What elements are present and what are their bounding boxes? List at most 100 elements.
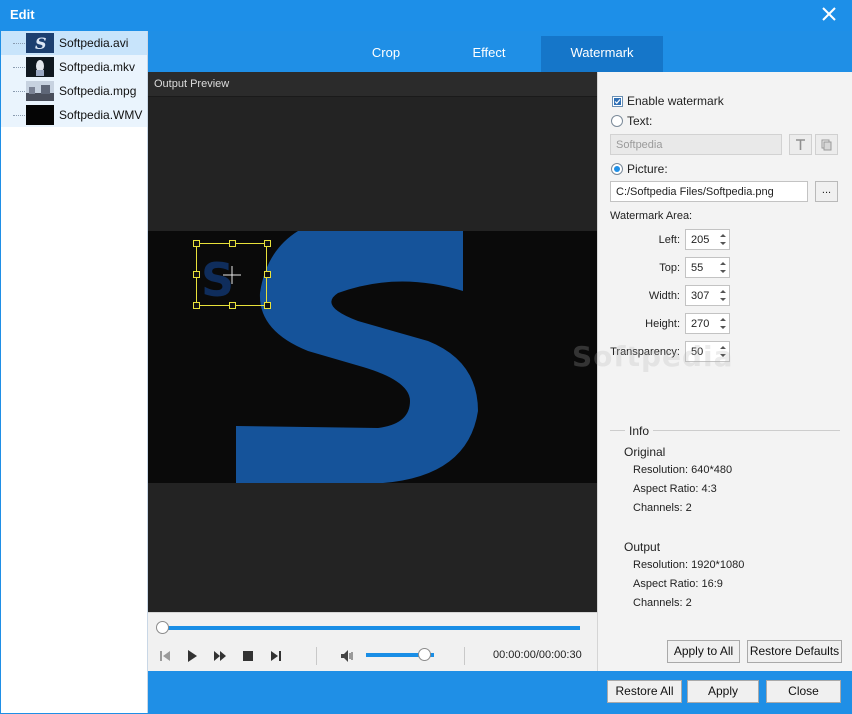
tab-effect[interactable]: Effect — [444, 36, 534, 72]
width-label: Width: — [648, 290, 680, 302]
picture-path-input[interactable]: C:/Softpedia Files/Softpedia.png — [610, 181, 808, 202]
text-label: Text: — [627, 114, 653, 128]
apply-to-all-button[interactable]: Apply to All — [667, 640, 740, 663]
height-value: 270 — [691, 318, 710, 330]
spinner-arrows-icon[interactable] — [717, 230, 729, 249]
enable-watermark-label: Enable watermark — [627, 94, 724, 108]
top-spinner[interactable]: 55 — [685, 257, 730, 278]
playback-controls: 00:00:00/00:00:30 — [148, 641, 597, 671]
restore-defaults-button[interactable]: Restore Defaults — [747, 640, 842, 663]
file-name: Softpedia.avi — [59, 36, 129, 50]
fast-forward-icon[interactable] — [212, 648, 228, 664]
preview-panel: Output Preview S 00:00:00/00:00:30 — [148, 72, 597, 671]
seek-knob[interactable] — [156, 621, 169, 634]
tab-bar: Crop Effect Watermark — [148, 31, 852, 72]
left-value: 205 — [691, 234, 710, 246]
close-button[interactable]: Close — [766, 680, 841, 703]
font-button[interactable] — [789, 134, 812, 155]
file-name: Softpedia.mkv — [59, 60, 136, 74]
width-value: 307 — [691, 290, 710, 302]
divider — [464, 647, 465, 665]
tab-watermark[interactable]: Watermark — [541, 36, 663, 72]
info-title: Info — [625, 424, 654, 438]
top-value: 55 — [691, 262, 704, 274]
seek-track[interactable] — [162, 626, 580, 630]
video-thumbnail — [26, 105, 54, 125]
width-spinner[interactable]: 307 — [685, 285, 730, 306]
video-frame: S — [148, 231, 597, 483]
bottom-bar: Restore All Apply Close — [148, 671, 852, 714]
top-label: Top: — [659, 262, 680, 274]
title-bar: Edit — [0, 0, 852, 31]
original-channels: Channels: 2 — [633, 502, 692, 514]
restore-all-button[interactable]: Restore All — [607, 680, 682, 703]
height-spinner[interactable]: 270 — [685, 313, 730, 334]
original-label: Original — [624, 445, 666, 459]
previous-icon[interactable] — [157, 648, 173, 664]
video-thumbnail — [26, 81, 54, 101]
video-thumbnail — [26, 57, 54, 77]
output-resolution: Resolution: 1920*1080 — [633, 559, 745, 571]
radio-dot-icon — [614, 166, 620, 172]
window-title: Edit — [10, 7, 35, 22]
spinner-arrows-icon[interactable] — [717, 286, 729, 305]
resize-handle-e[interactable] — [264, 271, 271, 278]
file-item-avi[interactable]: S Softpedia.avi — [1, 31, 147, 55]
file-name: Softpedia.mpg — [59, 84, 137, 98]
tree-branch — [13, 91, 25, 92]
text-input[interactable]: Softpedia — [610, 134, 782, 155]
watermark-selection-box[interactable]: S — [193, 240, 271, 309]
preview-header: Output Preview — [148, 72, 597, 97]
spinner-arrows-icon[interactable] — [717, 314, 729, 333]
tab-crop[interactable]: Crop — [341, 36, 431, 72]
tree-branch — [13, 115, 25, 116]
time-display: 00:00:00/00:00:30 — [493, 649, 582, 661]
output-label: Output — [624, 540, 661, 554]
tree-branch — [13, 43, 25, 44]
resize-handle-w[interactable] — [193, 271, 200, 278]
video-thumbnail: S — [26, 33, 54, 53]
browse-button[interactable]: ... — [815, 181, 838, 202]
file-list: S Softpedia.avi Softpedia.mkv Softpedia.… — [1, 31, 148, 713]
height-label: Height: — [645, 318, 680, 330]
font-icon — [796, 139, 805, 150]
resize-handle-s[interactable] — [229, 302, 236, 309]
spinner-arrows-icon[interactable] — [717, 258, 729, 277]
copy-button[interactable] — [815, 134, 838, 155]
left-spinner[interactable]: 205 — [685, 229, 730, 250]
svg-text:S: S — [35, 34, 47, 53]
resize-handle-nw[interactable] — [193, 240, 200, 247]
volume-knob[interactable] — [417, 648, 431, 661]
original-aspect: Aspect Ratio: 4:3 — [633, 483, 717, 495]
enable-watermark-checkbox[interactable] — [612, 96, 623, 107]
volume-icon[interactable] — [339, 648, 355, 664]
text-radio[interactable] — [611, 115, 623, 127]
next-icon[interactable] — [268, 648, 284, 664]
tree-branch — [13, 67, 25, 68]
output-channels: Channels: 2 — [633, 597, 692, 609]
close-icon[interactable] — [820, 5, 838, 23]
background-watermark: Softpedia — [572, 340, 734, 373]
left-label: Left: — [658, 234, 680, 246]
file-item-mpg[interactable]: Softpedia.mpg — [1, 79, 147, 103]
move-crosshair-icon[interactable] — [223, 266, 241, 284]
seek-bar[interactable] — [148, 612, 597, 641]
file-name: Softpedia.WMV — [59, 108, 143, 122]
output-aspect: Aspect Ratio: 16:9 — [633, 578, 723, 590]
picture-radio[interactable] — [611, 163, 623, 175]
resize-handle-sw[interactable] — [193, 302, 200, 309]
divider — [316, 647, 317, 665]
stop-icon[interactable] — [240, 648, 256, 664]
resize-handle-n[interactable] — [229, 240, 236, 247]
picture-label: Picture: — [627, 162, 668, 176]
file-item-mkv[interactable]: Softpedia.mkv — [1, 55, 147, 79]
apply-button[interactable]: Apply — [687, 680, 759, 703]
original-resolution: Resolution: 640*480 — [633, 464, 733, 476]
watermark-area-label: Watermark Area: — [610, 210, 693, 222]
resize-handle-ne[interactable] — [264, 240, 271, 247]
resize-handle-se[interactable] — [264, 302, 271, 309]
file-item-wmv[interactable]: Softpedia.WMV — [1, 103, 147, 127]
copy-icon — [821, 139, 832, 151]
play-icon[interactable] — [184, 648, 200, 664]
check-icon — [614, 98, 621, 105]
